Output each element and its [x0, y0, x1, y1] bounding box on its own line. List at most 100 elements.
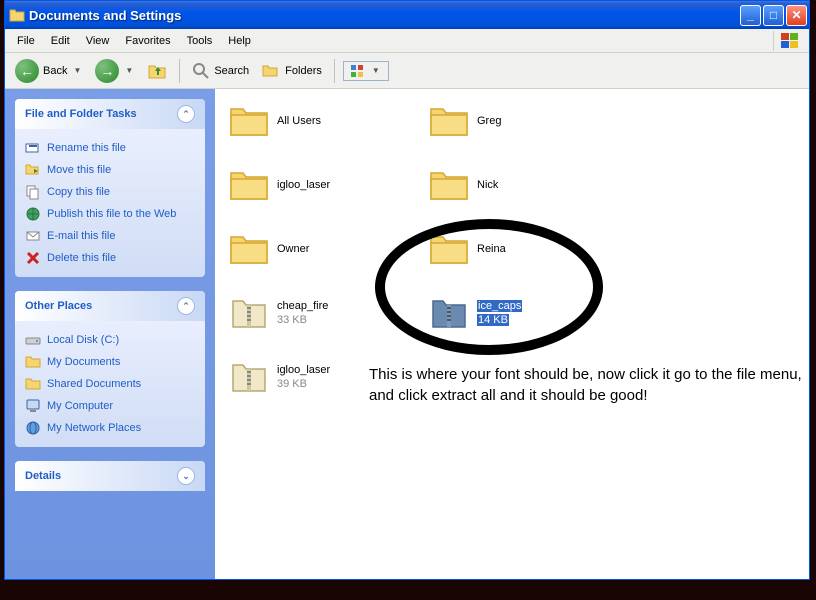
- folders-icon: [261, 62, 281, 80]
- place-my-documents[interactable]: My Documents: [25, 351, 195, 373]
- folder-item[interactable]: Greg: [423, 99, 598, 143]
- task-publish[interactable]: Publish this file to the Web: [25, 203, 195, 225]
- collapse-icon[interactable]: ⌃: [177, 105, 195, 123]
- task-move[interactable]: Move this file: [25, 159, 195, 181]
- item-label: Reina: [477, 242, 506, 256]
- search-label: Search: [214, 65, 249, 77]
- forward-button[interactable]: → ▼: [91, 57, 139, 85]
- task-label: Publish this file to the Web: [47, 208, 176, 220]
- folder-icon: [427, 167, 471, 203]
- delete-icon: [25, 250, 41, 266]
- folder-icon: [9, 7, 25, 23]
- item-label: cheap_fire33 KB: [277, 299, 328, 328]
- body-area: File and Folder Tasks ⌃ Rename this file…: [5, 89, 809, 579]
- task-email[interactable]: E-mail this file: [25, 225, 195, 247]
- menu-edit[interactable]: Edit: [43, 32, 78, 50]
- tasks-panel-header[interactable]: File and Folder Tasks ⌃: [15, 99, 205, 129]
- place-label: Shared Documents: [47, 378, 141, 390]
- place-label: My Documents: [47, 356, 120, 368]
- back-arrow-icon: ←: [15, 59, 39, 83]
- item-label: Greg: [477, 114, 501, 128]
- minimize-button[interactable]: _: [740, 5, 761, 26]
- chevron-down-icon: ▼: [71, 66, 83, 75]
- folder-icon: [227, 103, 271, 139]
- item-label: Nick: [477, 178, 498, 192]
- tasks-title: File and Folder Tasks: [25, 108, 137, 120]
- expand-icon[interactable]: ⌄: [177, 467, 195, 485]
- place-label: Local Disk (C:): [47, 334, 119, 346]
- details-panel: Details ⌄: [15, 461, 205, 491]
- zip-item[interactable]: cheap_fire33 KB: [223, 291, 398, 335]
- zip-icon: [227, 295, 271, 331]
- folders-label: Folders: [285, 65, 322, 77]
- task-rename[interactable]: Rename this file: [25, 137, 195, 159]
- folder-icon: [227, 231, 271, 267]
- explorer-window: Documents and Settings _ □ ✕ File Edit V…: [4, 0, 810, 580]
- folder-icon: [427, 231, 471, 267]
- back-label: Back: [43, 65, 67, 77]
- close-button[interactable]: ✕: [786, 5, 807, 26]
- disk-icon: [25, 332, 41, 348]
- item-label: ice_caps14 KB: [477, 299, 522, 328]
- item-label: All Users: [277, 114, 321, 128]
- place-label: My Network Places: [47, 422, 141, 434]
- places-panel-header[interactable]: Other Places ⌃: [15, 291, 205, 321]
- folder-up-icon: [147, 61, 167, 81]
- menu-file[interactable]: File: [9, 32, 43, 50]
- mydocs-icon: [25, 354, 41, 370]
- zip-item[interactable]: ice_caps14 KB: [423, 291, 598, 335]
- details-title: Details: [25, 470, 61, 482]
- collapse-icon[interactable]: ⌃: [177, 297, 195, 315]
- task-delete[interactable]: Delete this file: [25, 247, 195, 269]
- zip-icon: [427, 295, 471, 331]
- folder-item[interactable]: Owner: [223, 227, 398, 271]
- place-local-disk[interactable]: Local Disk (C:): [25, 329, 195, 351]
- task-label: Rename this file: [47, 142, 126, 154]
- content-area[interactable]: All Users igloo_laser Owner cheap_fire33 KB…: [215, 89, 809, 579]
- menu-view[interactable]: View: [78, 32, 118, 50]
- separator: [334, 59, 335, 83]
- back-button[interactable]: ← Back ▼: [11, 57, 87, 85]
- place-shared-documents[interactable]: Shared Documents: [25, 373, 195, 395]
- network-icon: [25, 420, 41, 436]
- folder-item[interactable]: All Users: [223, 99, 398, 143]
- titlebar[interactable]: Documents and Settings _ □ ✕: [5, 1, 809, 29]
- toolbar: ← Back ▼ → ▼ Search Folders ▼: [5, 53, 809, 89]
- views-button[interactable]: ▼: [343, 61, 389, 81]
- place-label: My Computer: [47, 400, 113, 412]
- item-label: igloo_laser39 KB: [277, 363, 330, 392]
- folder-item[interactable]: Reina: [423, 227, 598, 271]
- task-copy[interactable]: Copy this file: [25, 181, 195, 203]
- annotation-text: This is where your font should be, now c…: [369, 364, 809, 406]
- menu-tools[interactable]: Tools: [179, 32, 221, 50]
- places-title: Other Places: [25, 300, 92, 312]
- task-label: Move this file: [47, 164, 111, 176]
- chevron-down-icon: ▼: [370, 66, 382, 75]
- folder-item[interactable]: Nick: [423, 163, 598, 207]
- views-icon: [350, 64, 366, 78]
- folder-item[interactable]: igloo_laser: [223, 163, 398, 207]
- places-panel: Other Places ⌃ Local Disk (C:) My Docume…: [15, 291, 205, 447]
- move-icon: [25, 162, 41, 178]
- folders-button[interactable]: Folders: [257, 60, 326, 82]
- window-title: Documents and Settings: [29, 8, 740, 23]
- task-label: E-mail this file: [47, 230, 115, 242]
- place-my-computer[interactable]: My Computer: [25, 395, 195, 417]
- search-button[interactable]: Search: [188, 60, 253, 82]
- mycomputer-icon: [25, 398, 41, 414]
- tasks-panel: File and Folder Tasks ⌃ Rename this file…: [15, 99, 205, 277]
- item-label: igloo_laser: [277, 178, 330, 192]
- folder-icon: [427, 103, 471, 139]
- windows-logo-icon: [773, 31, 805, 51]
- folder-icon: [227, 167, 271, 203]
- item-label: Owner: [277, 242, 309, 256]
- place-network[interactable]: My Network Places: [25, 417, 195, 439]
- menu-favorites[interactable]: Favorites: [117, 32, 178, 50]
- copy-icon: [25, 184, 41, 200]
- maximize-button[interactable]: □: [763, 5, 784, 26]
- menu-help[interactable]: Help: [220, 32, 259, 50]
- sidebar: File and Folder Tasks ⌃ Rename this file…: [5, 89, 215, 579]
- chevron-down-icon: ▼: [123, 66, 135, 75]
- details-panel-header[interactable]: Details ⌄: [15, 461, 205, 491]
- up-button[interactable]: [143, 59, 171, 83]
